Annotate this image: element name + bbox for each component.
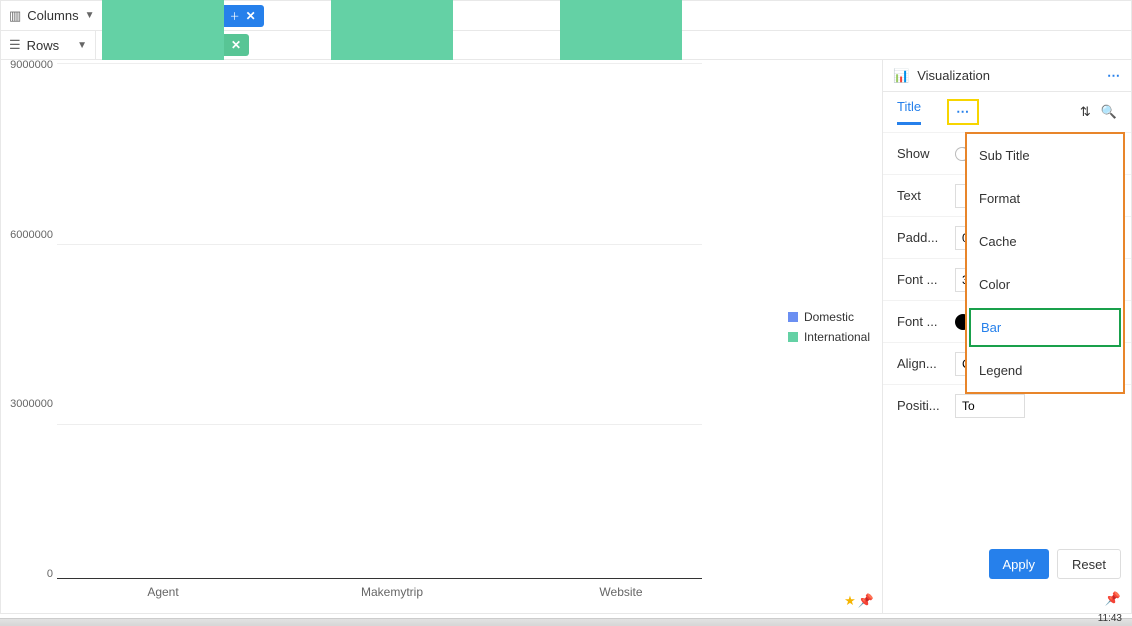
x-label: Agent (147, 585, 178, 599)
legend-item-international[interactable]: International (788, 330, 870, 344)
pin-icon[interactable]: 📌 (858, 593, 874, 609)
legend-item-domestic[interactable]: Domestic (788, 310, 870, 324)
tab-menu-popup: Sub Title Format Cache Color Bar Legend (965, 132, 1125, 394)
more-icon[interactable]: ⋯ (1107, 68, 1121, 84)
menu-item-legend[interactable]: Legend (967, 349, 1123, 392)
prop-label: Font ... (897, 272, 947, 287)
y-tick: 0 (47, 568, 53, 580)
bar-segment-international (560, 0, 682, 60)
close-icon[interactable]: ✕ (246, 9, 256, 23)
panel-pin[interactable]: 📌 (883, 589, 1131, 613)
reset-button[interactable]: Reset (1057, 549, 1121, 579)
viz-header: 📊 Visualization ⋯ (883, 60, 1131, 92)
chart-actions: ★ 📌 (844, 593, 874, 609)
taskbar (0, 618, 1132, 626)
legend-swatch (788, 312, 798, 322)
prop-label: Padd... (897, 230, 947, 245)
viz-title: Visualization (917, 68, 990, 83)
chevron-down-icon: ▼ (85, 10, 95, 21)
prop-label: Show (897, 146, 947, 161)
legend: Domestic International (788, 310, 870, 350)
search-icon[interactable]: 🔍 (1101, 104, 1117, 120)
y-tick: 6000000 (10, 229, 53, 241)
chart-icon: 📊 (893, 68, 909, 84)
menu-item-subtitle[interactable]: Sub Title (967, 134, 1123, 177)
rows-icon: ☰ (9, 37, 21, 53)
bar-segment-international (102, 0, 224, 60)
tab-more-button[interactable]: ⋯ (947, 99, 979, 125)
rows-label[interactable]: ☰ Rows ▼ (1, 31, 96, 59)
apply-button[interactable]: Apply (989, 549, 1050, 579)
y-tick: 3000000 (10, 398, 53, 410)
legend-swatch (788, 332, 798, 342)
rows-text: Rows (27, 38, 60, 53)
prop-label: Positi... (897, 398, 947, 413)
clock: 11:43 (1098, 613, 1122, 624)
columns-text: Columns (27, 8, 78, 23)
bar-segment-international (331, 0, 453, 60)
menu-item-cache[interactable]: Cache (967, 220, 1123, 263)
position-input[interactable] (955, 394, 1025, 418)
panel-buttons: Apply Reset (883, 539, 1131, 589)
y-axis: 9000000 6000000 3000000 0 (1, 60, 57, 579)
columns-icon: ▥ (9, 8, 21, 24)
plot-area (57, 60, 702, 579)
x-label: Makemytrip (361, 585, 423, 599)
sort-icon[interactable]: ⇅ (1080, 104, 1091, 120)
chart-area: 9000000 6000000 3000000 0 Agent (0, 60, 883, 614)
prop-label: Align... (897, 356, 947, 371)
legend-label: International (804, 330, 870, 344)
columns-label[interactable]: ▥ Columns ▼ (1, 1, 104, 30)
tab-title[interactable]: Title (897, 99, 921, 125)
menu-item-format[interactable]: Format (967, 177, 1123, 220)
close-icon[interactable]: ✕ (231, 38, 241, 52)
prop-label: Font ... (897, 314, 947, 329)
viz-tabs: Title ⋯ ⇅ 🔍 (883, 92, 1131, 132)
prop-label: Text (897, 188, 947, 203)
star-icon[interactable]: ★ (844, 593, 856, 609)
x-axis: Agent Makemytrip Website (57, 579, 702, 613)
plus-icon[interactable]: ＋ (230, 8, 240, 23)
visualization-panel: 📊 Visualization ⋯ Title ⋯ ⇅ 🔍 Show Text … (883, 60, 1132, 614)
y-tick: 9000000 (10, 59, 53, 71)
menu-item-color[interactable]: Color (967, 263, 1123, 306)
legend-label: Domestic (804, 310, 854, 324)
chevron-down-icon: ▼ (77, 40, 87, 51)
menu-item-bar[interactable]: Bar (969, 308, 1121, 347)
x-label: Website (599, 585, 642, 599)
